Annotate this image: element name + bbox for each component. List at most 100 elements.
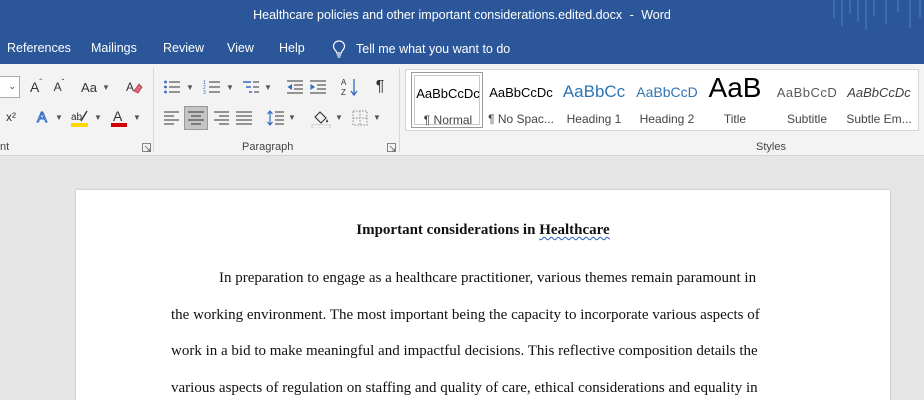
paragraph-group-label: Paragraph	[242, 141, 294, 153]
style-preview: AaBbCcD	[636, 84, 698, 100]
show-formatting-button[interactable]: ¶	[370, 76, 390, 98]
group-divider	[153, 68, 154, 152]
grow-font-button[interactable]: Aˆ	[27, 77, 45, 97]
tab-review[interactable]: Review	[163, 41, 204, 55]
align-center-icon	[188, 111, 204, 125]
style-name: Subtle Em...	[846, 112, 912, 126]
svg-text:ab: ab	[71, 112, 83, 123]
align-right-button[interactable]	[211, 107, 231, 129]
svg-text:Z: Z	[341, 88, 346, 97]
tell-me-search[interactable]: Tell me what you want to do	[332, 40, 510, 58]
text-effects-caret-icon[interactable]: ▼	[55, 113, 63, 122]
style-no-spacing[interactable]: AaBbCcDc ¶ No Spac...	[485, 72, 557, 128]
style-subtle-emphasis[interactable]: AaBbCcDc Subtle Em...	[843, 72, 915, 128]
font-color-button[interactable]: A	[109, 107, 129, 129]
bullets-caret-icon[interactable]: ▼	[186, 83, 194, 92]
tab-view[interactable]: View	[227, 41, 254, 55]
sort-button[interactable]: A Z	[340, 75, 360, 99]
document-page[interactable]: Important considerations in Healthcare I…	[76, 190, 890, 400]
style-name: Heading 1	[566, 112, 622, 126]
svg-text:3: 3	[203, 90, 206, 95]
decrease-indent-button[interactable]	[285, 76, 305, 98]
svg-text:A: A	[37, 109, 47, 126]
style-preview: AaBbCcDc	[416, 86, 480, 101]
lightbulb-icon	[332, 40, 346, 58]
change-case-caret-icon[interactable]: ▼	[102, 83, 110, 92]
multilevel-caret-icon[interactable]: ▼	[264, 83, 272, 92]
borders-button[interactable]	[350, 107, 370, 129]
decrease-indent-icon	[287, 80, 303, 94]
style-name: Heading 2	[639, 112, 695, 126]
numbering-caret-icon[interactable]: ▼	[226, 83, 234, 92]
line-spacing-caret-icon[interactable]: ▼	[288, 113, 296, 122]
styles-group-label: Styles	[756, 141, 786, 153]
svg-text:A: A	[126, 80, 134, 94]
align-left-icon	[164, 111, 179, 125]
highlight-color-button[interactable]: ab	[69, 107, 91, 129]
style-preview: AaBbCcD	[776, 85, 838, 100]
style-heading-1[interactable]: AaBbCc Heading 1	[558, 72, 630, 128]
style-name: Subtitle	[786, 112, 828, 126]
ribbon: ⌄ Aˆ Aˇ Aa ▼ A x² A ▼ ab ▼ A ▼ nt ▼ 1 2 …	[0, 64, 924, 156]
document-title: Important considerations in Healthcare	[76, 222, 890, 239]
style-title[interactable]: AaB Title	[699, 72, 771, 128]
tell-me-label: Tell me what you want to do	[356, 42, 511, 56]
change-case-button[interactable]: Aa	[78, 77, 100, 97]
justify-icon	[236, 111, 252, 125]
style-heading-2[interactable]: AaBbCcD Heading 2	[631, 72, 703, 128]
style-name: ¶ No Spac...	[488, 112, 554, 126]
style-preview: AaBbCcDc	[489, 85, 553, 100]
pilcrow-icon: ¶	[375, 78, 385, 95]
eraser-icon: A	[126, 80, 143, 94]
multilevel-list-icon	[243, 81, 259, 93]
chevron-down-icon: ⌄	[8, 81, 16, 91]
paragraph-line: work in a bid to make meaningful and imp…	[171, 343, 758, 359]
align-right-icon	[214, 111, 229, 125]
bullet-list-icon	[164, 80, 180, 94]
multilevel-list-button[interactable]	[241, 76, 261, 98]
font-color-caret-icon[interactable]: ▼	[133, 113, 141, 122]
clear-formatting-button[interactable]: A	[124, 76, 144, 98]
highlighter-icon: ab	[71, 110, 88, 127]
numbered-list-icon: 1 2 3	[203, 80, 220, 95]
align-left-button[interactable]	[162, 107, 182, 129]
highlight-caret-icon[interactable]: ▼	[94, 113, 102, 122]
app-name: Word	[641, 8, 671, 22]
increase-indent-button[interactable]	[308, 76, 328, 98]
justify-button[interactable]	[234, 107, 254, 129]
shading-caret-icon[interactable]: ▼	[335, 113, 343, 122]
text-effects-button[interactable]: A	[33, 107, 53, 127]
align-center-button[interactable]	[184, 106, 208, 130]
grow-font-label: A	[29, 79, 40, 95]
paragraph-line: various aspects of regulation on staffin…	[171, 380, 758, 396]
shrink-font-label: A	[53, 80, 62, 94]
title-separator: -	[629, 8, 634, 22]
document-name: Healthcare policies and other important …	[253, 8, 623, 22]
font-color-icon: A	[111, 108, 127, 127]
superscript-label: x²	[6, 110, 16, 124]
superscript-button[interactable]: x²	[2, 107, 20, 127]
tab-help[interactable]: Help	[279, 41, 305, 55]
borders-caret-icon[interactable]: ▼	[373, 113, 381, 122]
style-normal[interactable]: AaBbCcDc ¶ Normal	[411, 72, 483, 128]
increase-indent-icon	[310, 80, 326, 94]
tab-mailings[interactable]: Mailings	[91, 41, 137, 55]
svg-text:A: A	[341, 78, 347, 87]
shading-button[interactable]	[310, 107, 332, 129]
style-name: ¶ Normal	[423, 113, 473, 127]
style-preview: AaB	[708, 72, 762, 103]
font-size-dropdown[interactable]: ⌄	[0, 76, 20, 98]
style-preview: AaBbCcDc	[847, 85, 911, 100]
line-spacing-button[interactable]	[266, 107, 286, 129]
sort-az-icon: A Z	[341, 78, 358, 97]
bullets-button[interactable]	[162, 76, 182, 98]
numbering-button[interactable]: 1 2 3	[202, 76, 222, 98]
paint-bucket-icon	[311, 111, 331, 128]
tab-references[interactable]: References	[7, 41, 71, 55]
paragraph-line: In preparation to engage as a healthcare…	[219, 270, 757, 286]
paragraph-dialog-launcher-icon[interactable]	[387, 143, 396, 152]
title-decoration-icon	[833, 0, 921, 30]
shrink-font-button[interactable]: Aˇ	[50, 77, 68, 97]
font-dialog-launcher-icon[interactable]	[142, 143, 151, 152]
style-subtitle[interactable]: AaBbCcD Subtitle	[771, 72, 843, 128]
